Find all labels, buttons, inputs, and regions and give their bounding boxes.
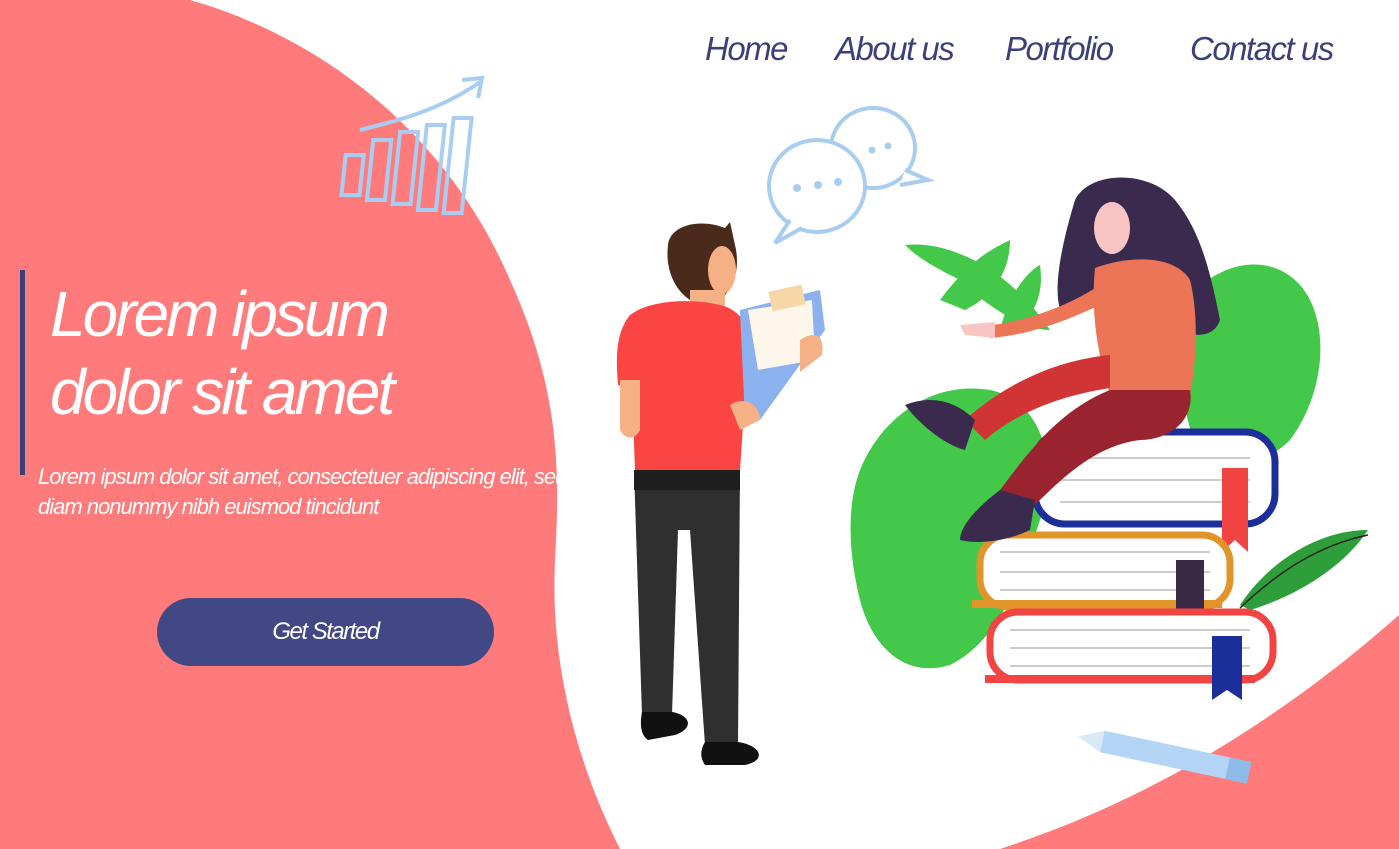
man-figure <box>616 222 825 765</box>
hero-illustration <box>339 75 1369 784</box>
growth-chart-icon <box>339 75 485 215</box>
pencil-icon <box>1077 730 1252 784</box>
chat-bubbles-icon <box>767 106 935 245</box>
